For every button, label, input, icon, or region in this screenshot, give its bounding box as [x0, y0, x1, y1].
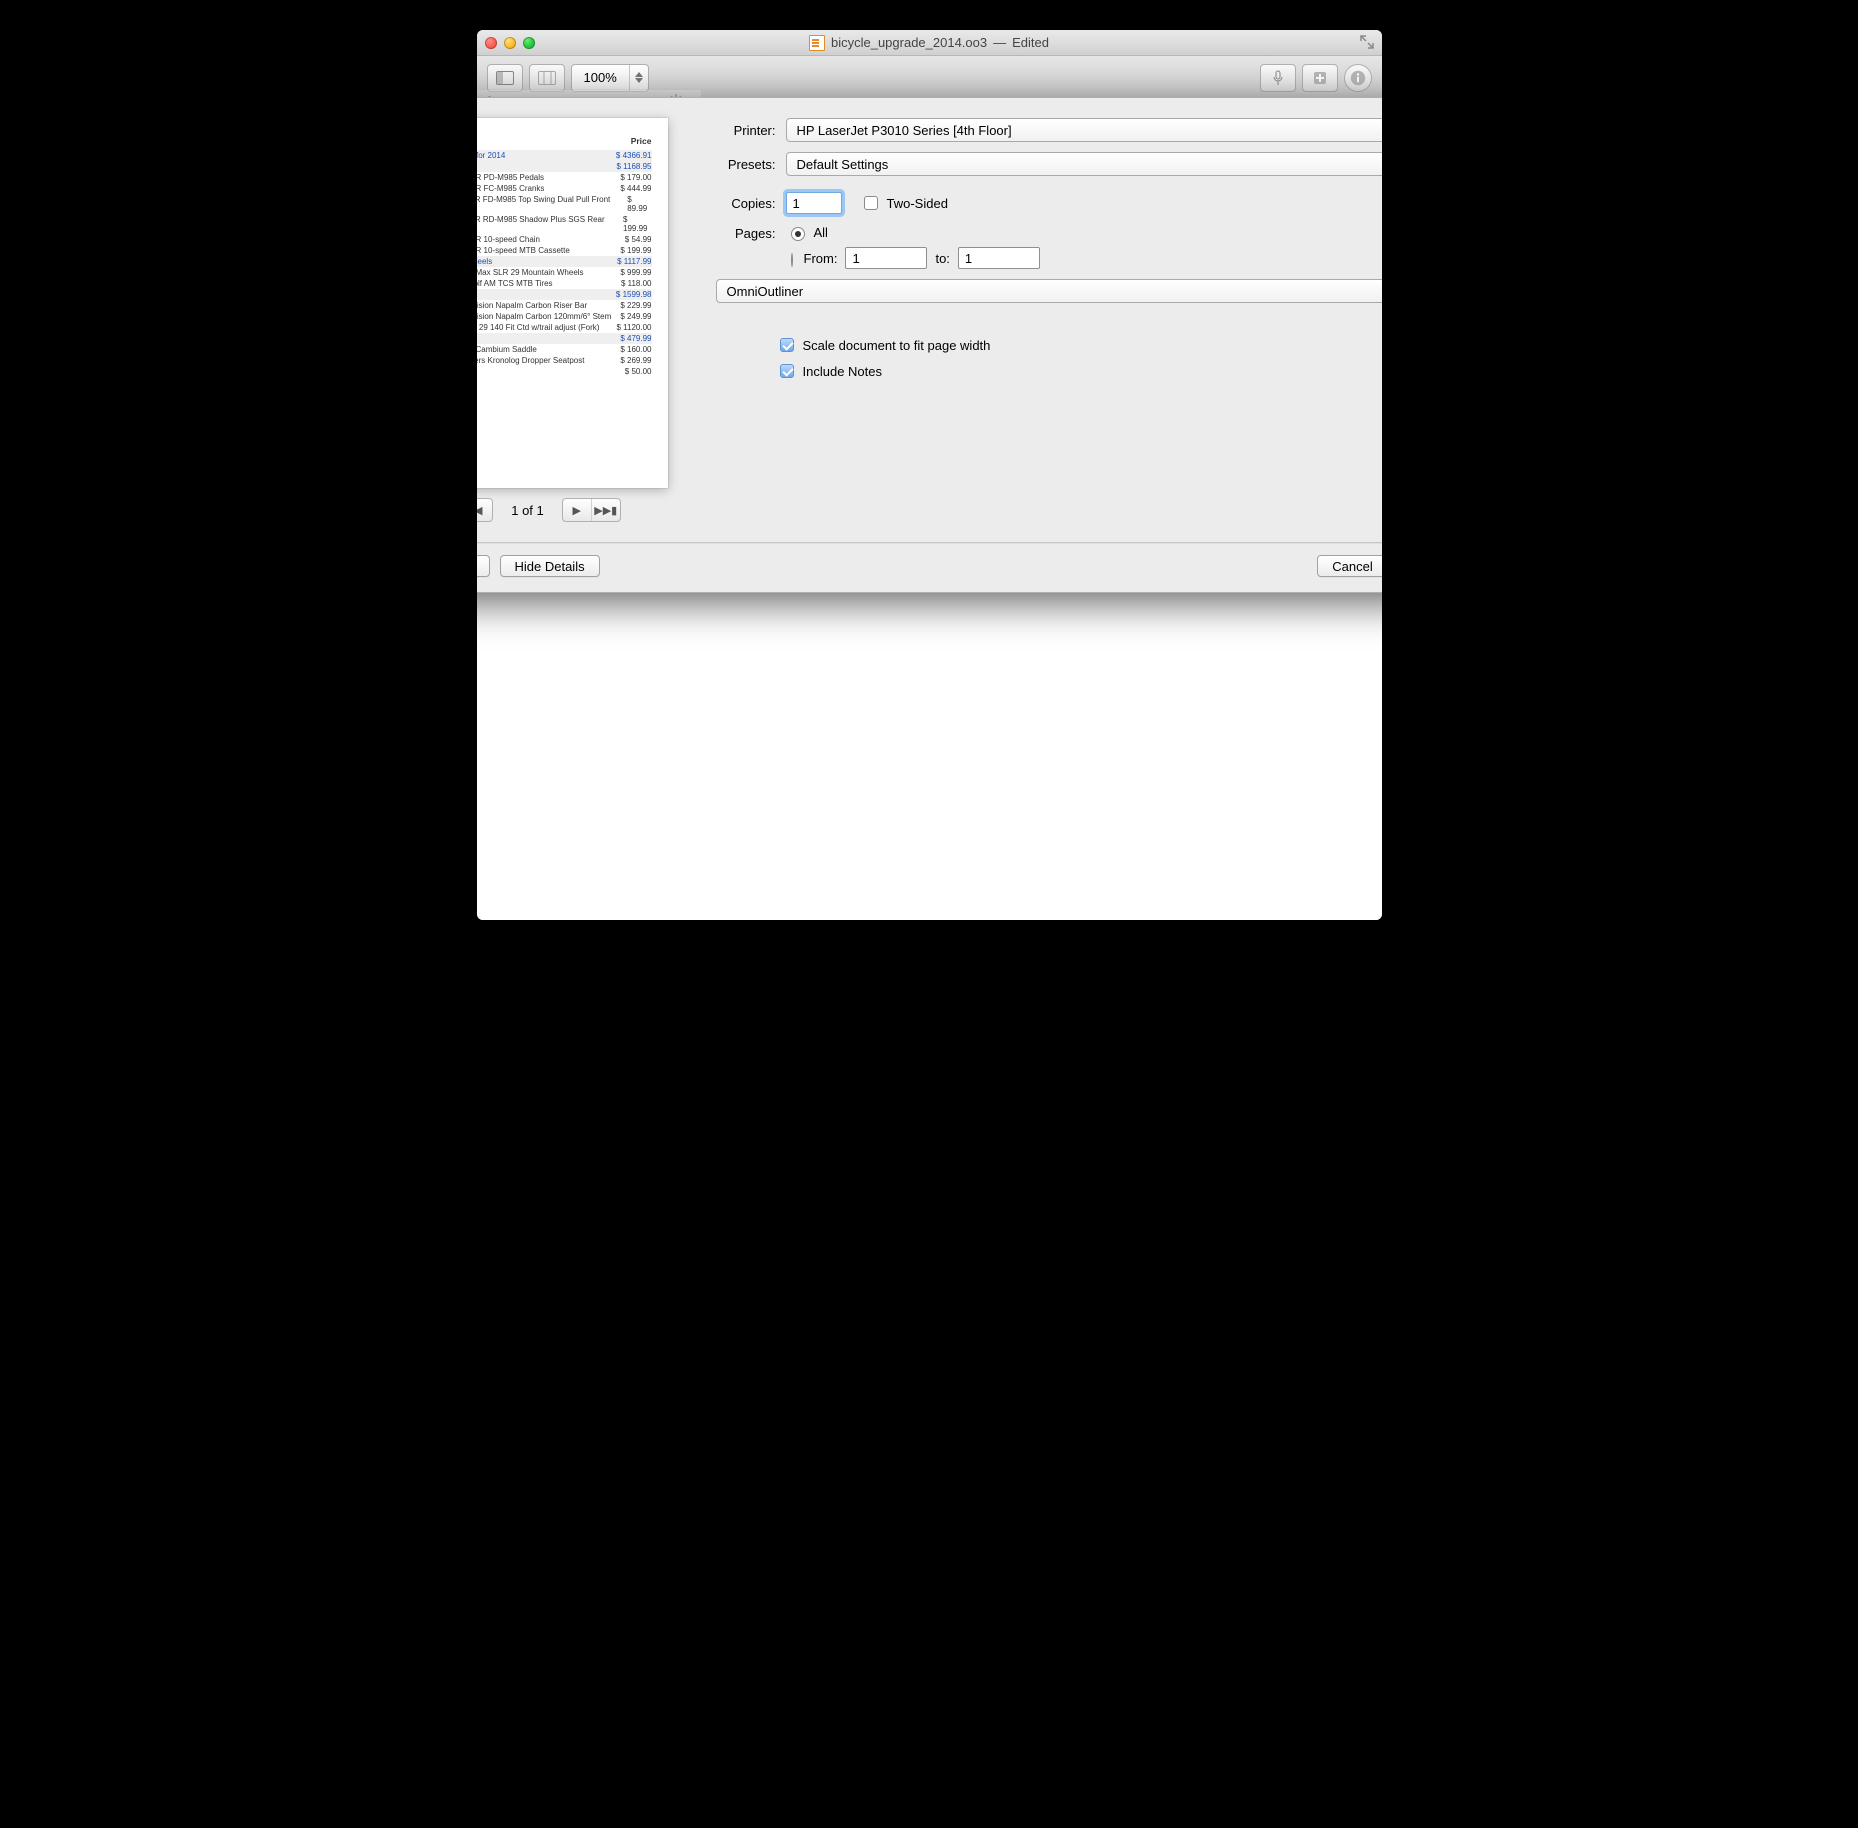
presets-label: Presets:	[688, 157, 776, 172]
filename: bicycle_upgrade_2014.oo3	[831, 35, 987, 50]
chevron-updown-icon	[629, 65, 648, 91]
preview-col-price: Price	[631, 136, 652, 146]
pages-to-label: to:	[935, 251, 949, 266]
scale-fit-checkbox[interactable]	[780, 338, 794, 352]
include-notes-checkbox[interactable]	[780, 364, 794, 378]
include-notes-label: Include Notes	[803, 364, 883, 379]
title-separator: —	[993, 35, 1006, 50]
two-sided-checkbox[interactable]	[864, 196, 878, 210]
add-button[interactable]	[1302, 64, 1338, 92]
printer-select[interactable]: HP LaserJet P3010 Series [4th Floor] ▲▼	[786, 118, 1382, 142]
preview-pager: ▮◀◀ ◀ 1 of 1 ▶ ▶▶▮	[477, 498, 621, 522]
fullscreen-button[interactable]	[1360, 35, 1374, 49]
titlebar: bicycle_upgrade_2014.oo3 — Edited	[477, 30, 1382, 56]
pager-prev-group: ▮◀◀ ◀	[477, 498, 494, 522]
hide-details-button[interactable]: Hide Details	[500, 555, 600, 577]
close-window-button[interactable]	[485, 37, 497, 49]
scale-fit-label: Scale document to fit page width	[803, 338, 991, 353]
print-dialog: Component Price ▼Bicycle Upgrades for 20…	[477, 97, 1382, 593]
next-page-button[interactable]: ▶	[563, 499, 591, 521]
app-options-value: OmniOutliner	[727, 284, 804, 299]
info-button[interactable]	[1344, 64, 1372, 92]
cancel-button[interactable]: Cancel	[1317, 555, 1381, 577]
pdf-menu-button[interactable]: PDF	[477, 555, 490, 577]
pages-range-radio[interactable]	[791, 253, 793, 267]
document-area: ComponentPrice ATitleF1ASubtitleF2AHeadi…	[477, 100, 1382, 920]
minimize-window-button[interactable]	[504, 37, 516, 49]
last-page-button[interactable]: ▶▶▮	[591, 499, 620, 521]
utility-pane-button[interactable]	[487, 64, 523, 92]
window: bicycle_upgrade_2014.oo3 — Edited 100%	[477, 30, 1382, 920]
prev-page-button[interactable]: ◀	[477, 499, 493, 521]
print-preview: Component Price ▼Bicycle Upgrades for 20…	[477, 118, 668, 488]
window-title: bicycle_upgrade_2014.oo3 — Edited	[485, 35, 1374, 51]
two-sided-label: Two-Sided	[887, 196, 948, 211]
app-options-select[interactable]: OmniOutliner ▲▼	[716, 279, 1382, 303]
pages-all-label: All	[814, 225, 828, 240]
window-controls	[485, 37, 535, 49]
copies-input[interactable]	[786, 192, 842, 214]
microphone-button[interactable]	[1260, 64, 1296, 92]
printer-value: HP LaserJet P3010 Series [4th Floor]	[797, 123, 1012, 138]
presets-select[interactable]: Default Settings ▲▼	[786, 152, 1382, 176]
copies-label: Copies:	[688, 196, 776, 211]
zoom-value: 100%	[572, 70, 629, 85]
edited-status: Edited	[1012, 35, 1049, 50]
zoom-dropdown[interactable]: 100%	[571, 64, 649, 92]
pages-from-label: From:	[804, 251, 838, 266]
sections-button[interactable]	[529, 64, 565, 92]
document-icon	[809, 35, 825, 51]
zoom-window-button[interactable]	[523, 37, 535, 49]
pages-all-radio[interactable]	[791, 227, 805, 241]
pages-to-input[interactable]	[958, 247, 1040, 269]
presets-value: Default Settings	[797, 157, 889, 172]
pages-label: Pages:	[688, 224, 776, 241]
printer-label: Printer:	[688, 123, 776, 138]
pages-from-input[interactable]	[845, 247, 927, 269]
pager-next-group: ▶ ▶▶▮	[562, 498, 621, 522]
page-indicator: 1 of 1	[501, 503, 554, 518]
